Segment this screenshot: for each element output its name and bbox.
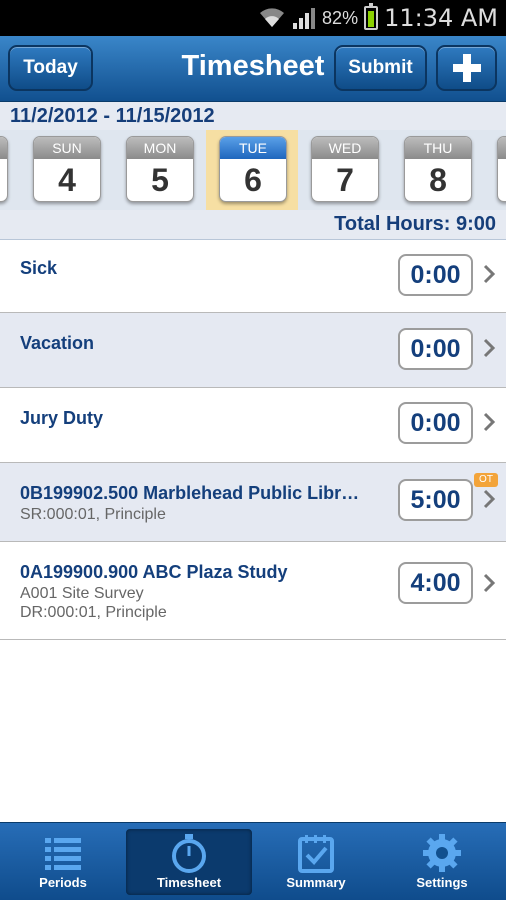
entry-task: A001 Site Survey — [20, 585, 144, 602]
list-item[interactable]: Vacation 0:00 — [0, 313, 506, 388]
battery-icon — [364, 3, 379, 30]
day-name: MON — [127, 137, 193, 159]
list-item[interactable]: Sick 0:00 — [0, 240, 506, 313]
tab-summary[interactable]: Summary — [253, 829, 379, 895]
day-name: THU — [405, 137, 471, 159]
today-button[interactable]: Today — [8, 45, 93, 91]
entry-hours[interactable]: 0:00 — [398, 402, 473, 444]
submit-button[interactable]: Submit — [334, 45, 427, 91]
tab-bar: Periods Timesheet Summary Settings — [0, 822, 506, 900]
battery-percent: 82% — [322, 7, 359, 28]
plus-icon — [452, 54, 481, 82]
clock: 11:34 AM — [384, 4, 498, 32]
day-sun[interactable]: SUN 4 — [33, 136, 101, 202]
day-thu[interactable]: THU 8 — [404, 136, 472, 202]
entry-hours[interactable]: 0:00 — [398, 254, 473, 296]
entry-title: 0A199900.900 ABC Plaza Study — [20, 562, 288, 582]
day-name: SUN — [34, 137, 100, 159]
day-partial-left[interactable] — [0, 136, 8, 202]
day-wed[interactable]: WED 7 — [311, 136, 379, 202]
chevron-right-icon — [483, 412, 496, 432]
entry-title: Sick — [20, 258, 58, 278]
overtime-badge: OT — [474, 473, 498, 487]
entry-detail: DR:000:01, Principle — [20, 604, 167, 621]
pay-period-range: 11/2/2012 - 11/15/2012 — [0, 102, 506, 130]
entry-title: Vacation — [20, 333, 95, 353]
day-tue[interactable]: TUE 6 — [219, 136, 287, 202]
day-name: WED — [312, 137, 378, 159]
day-number: 6 — [244, 162, 262, 198]
list-icon — [45, 838, 81, 870]
tab-label: Settings — [416, 875, 468, 890]
day-mon[interactable]: MON 5 — [126, 136, 194, 202]
page-title-text: Timesheet — [181, 50, 325, 82]
entry-title: 0B199902.500 Marblehead Public Libr… — [20, 483, 360, 503]
entry-hours[interactable]: 0:00 — [398, 328, 473, 370]
stopwatch-icon — [172, 834, 206, 873]
tab-label: Periods — [39, 875, 87, 890]
list-item[interactable]: Jury Duty 0:00 — [0, 388, 506, 463]
signal-icon — [293, 8, 316, 29]
wifi-icon — [260, 8, 285, 27]
tab-label: Summary — [286, 875, 346, 890]
list-item[interactable]: 0B199902.500 Marblehead Public Libr… SR:… — [0, 463, 506, 542]
list-item[interactable]: 0A199900.900 ABC Plaza Study A001 Site S… — [0, 542, 506, 640]
day-number: 5 — [151, 162, 169, 198]
status-bar: 82% 11:34 AM — [0, 0, 506, 36]
day-number: 7 — [336, 162, 354, 198]
chevron-right-icon — [483, 489, 496, 509]
app-header: Today Timesheet Submit — [0, 36, 506, 102]
entries-list: Sick 0:00 Vacation 0:00 Jury Duty 0:00 0… — [0, 240, 506, 640]
entry-hours[interactable]: 4:00 — [398, 562, 473, 604]
chevron-right-icon — [483, 264, 496, 284]
day-name: TUE — [220, 137, 286, 159]
day-selector: SUN 4 MON 5 TUE 6 WED 7 THU 8 — [0, 130, 506, 210]
gear-icon — [423, 834, 461, 872]
total-hours: Total Hours: 9:00 — [0, 210, 506, 240]
calendar-check-icon — [298, 835, 334, 873]
status-indicators: 82% 11:34 AM — [258, 0, 498, 36]
chevron-right-icon — [483, 338, 496, 358]
entry-detail: SR:000:01, Principle — [20, 506, 166, 523]
tab-timesheet[interactable]: Timesheet — [126, 829, 252, 895]
entry-title: Jury Duty — [20, 408, 104, 428]
tab-label: Timesheet — [156, 875, 222, 890]
chevron-right-icon — [483, 573, 496, 593]
day-number: 4 — [58, 162, 76, 198]
entry-hours[interactable]: 5:00 — [398, 479, 473, 521]
add-entry-button[interactable] — [436, 45, 497, 91]
tab-settings[interactable]: Settings — [379, 829, 505, 895]
tab-periods[interactable]: Periods — [0, 829, 126, 895]
day-number: 8 — [429, 162, 447, 198]
day-partial-right[interactable] — [497, 136, 506, 202]
